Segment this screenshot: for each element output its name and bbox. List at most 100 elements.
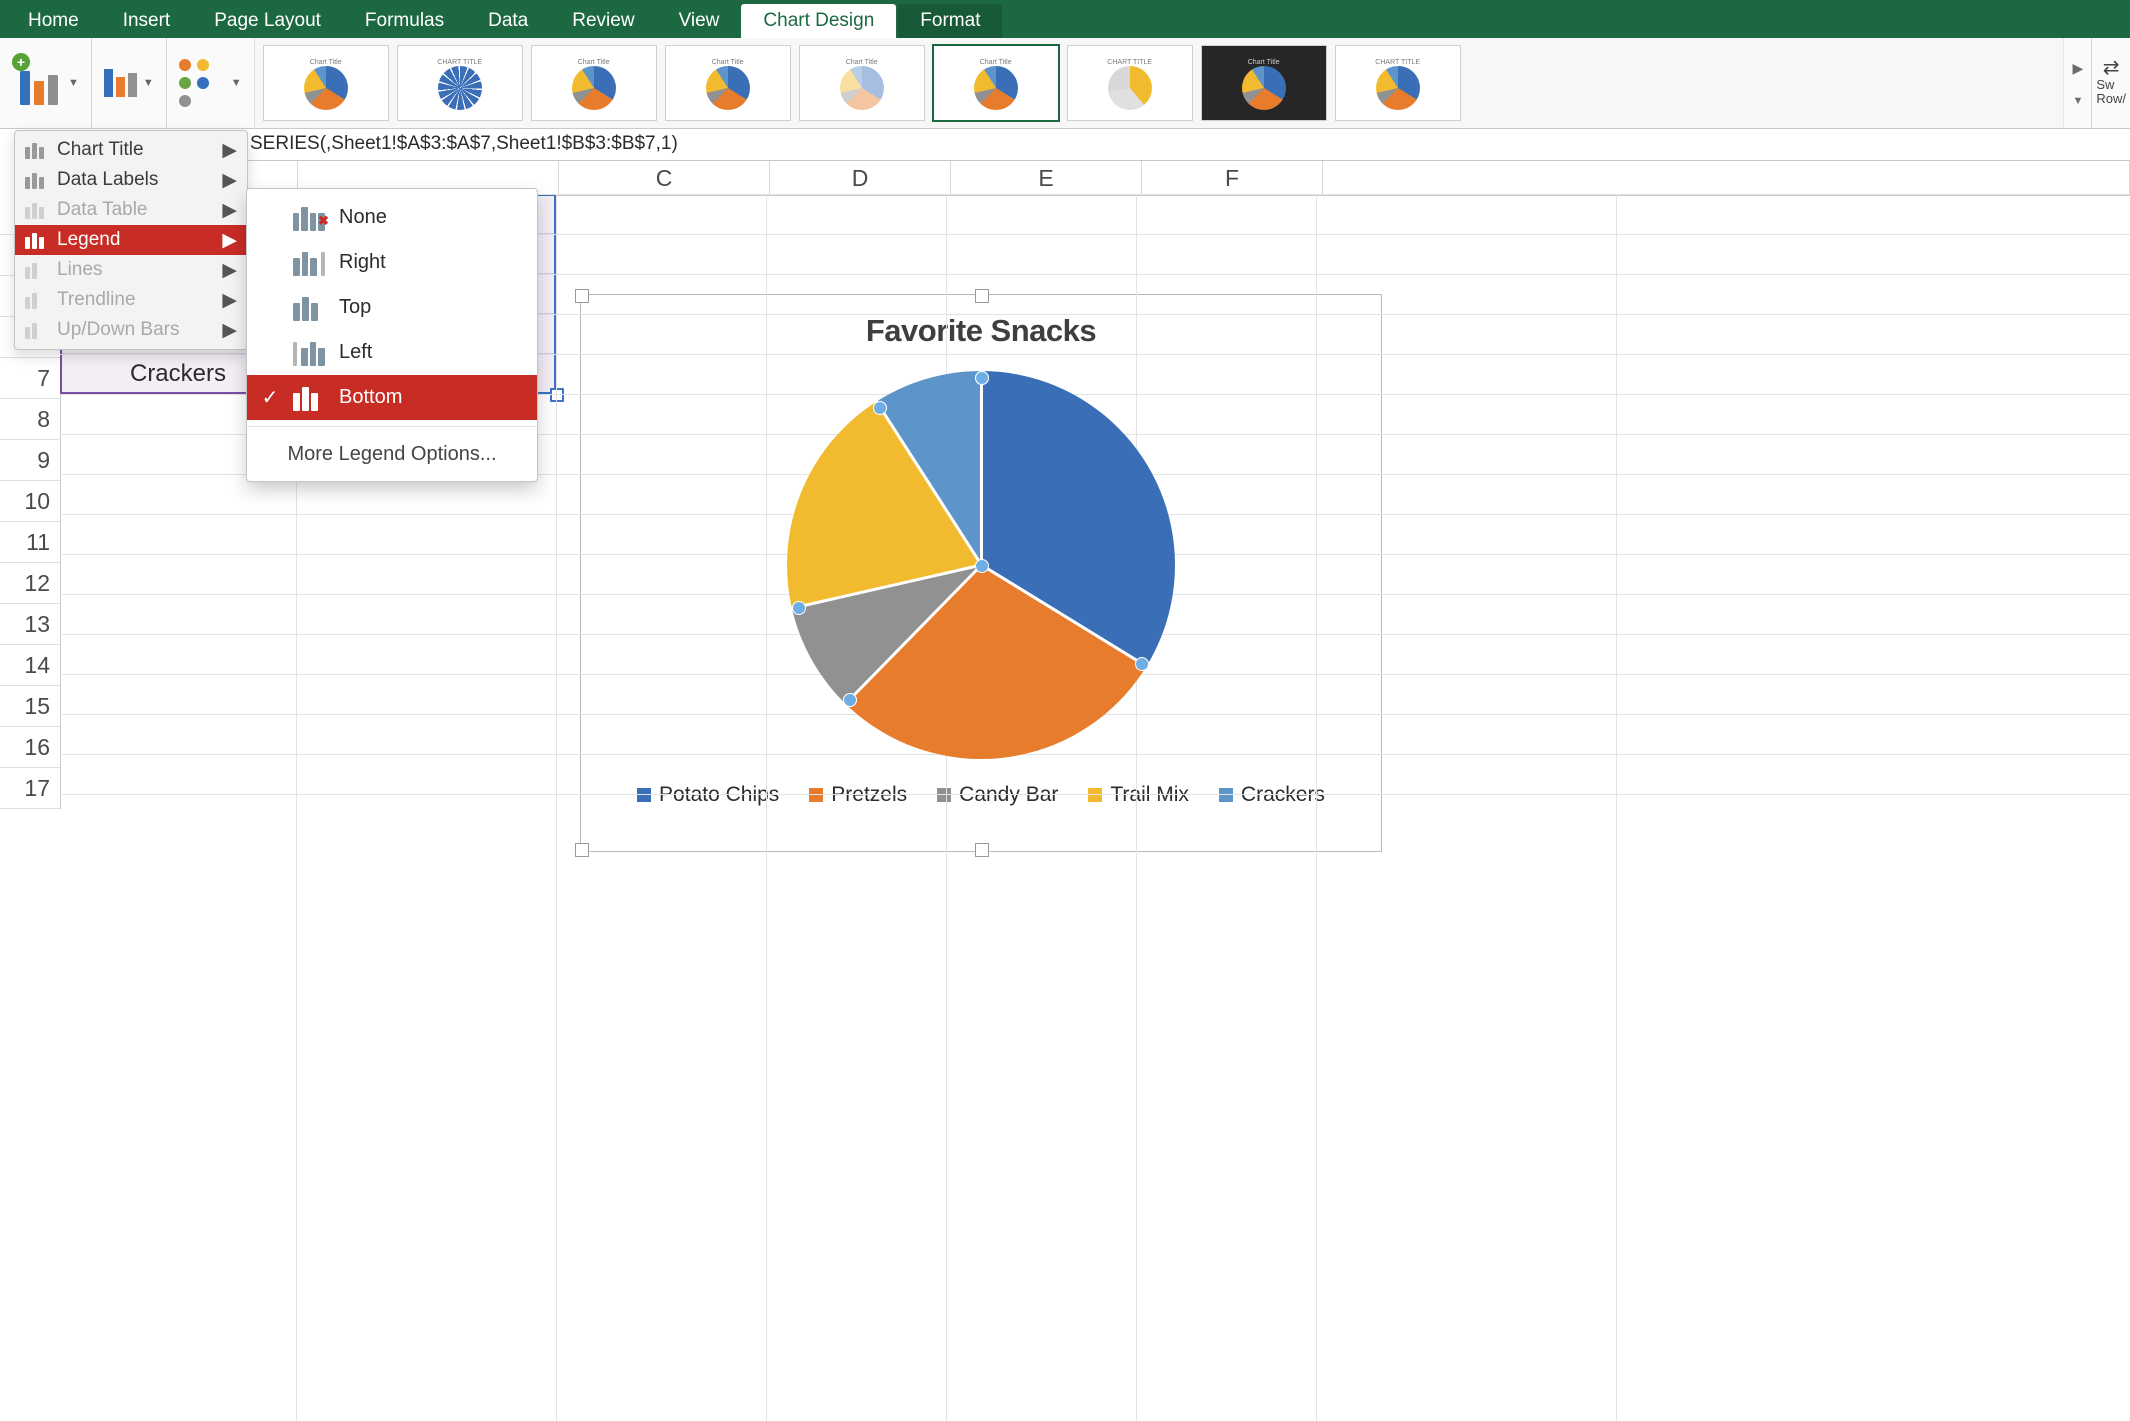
legend-swatch bbox=[937, 788, 951, 802]
menu-item-chart-title[interactable]: Chart Title ▶ bbox=[15, 135, 247, 165]
tab-page-layout[interactable]: Page Layout bbox=[192, 4, 343, 38]
tab-review[interactable]: Review bbox=[550, 4, 656, 38]
menu-item-label: Bottom bbox=[339, 386, 402, 409]
embedded-chart[interactable]: Favorite Snacks Potato Chips Pretzels Cand… bbox=[580, 294, 1382, 852]
column-header-F[interactable]: F bbox=[1142, 161, 1323, 195]
chart-handle[interactable] bbox=[975, 843, 989, 857]
row-header-8[interactable]: 8 bbox=[0, 399, 60, 440]
row-header-11[interactable]: 11 bbox=[0, 522, 60, 563]
legend-item[interactable]: Candy Bar bbox=[937, 783, 1058, 807]
legend-label: Crackers bbox=[1241, 783, 1325, 807]
row-header-16[interactable]: 16 bbox=[0, 727, 60, 768]
row-header-14[interactable]: 14 bbox=[0, 645, 60, 686]
row-header-12[interactable]: 12 bbox=[0, 563, 60, 604]
row-header-7[interactable]: 7 bbox=[0, 358, 60, 399]
chart-style-thumb[interactable]: CHART TITLE bbox=[1335, 45, 1461, 121]
row-header-17[interactable]: 17 bbox=[0, 768, 60, 809]
chart-style-thumb[interactable]: CHART TITLE bbox=[1067, 45, 1193, 121]
legend-item[interactable]: Trail Mix bbox=[1088, 783, 1189, 807]
column-header-D[interactable]: D bbox=[770, 161, 951, 195]
chevron-right-icon[interactable]: ▶ bbox=[2072, 60, 2083, 77]
row-header-9[interactable]: 9 bbox=[0, 440, 60, 481]
chart-handle[interactable] bbox=[575, 289, 589, 303]
menu-item-label: Top bbox=[339, 296, 371, 319]
menu-item-label: Data Table bbox=[57, 199, 148, 221]
legend-option-left[interactable]: Left bbox=[247, 330, 537, 375]
switch-row-column-button[interactable]: ⇄ SwRow/ bbox=[2092, 38, 2130, 128]
chart-style-thumb[interactable]: Chart Title bbox=[799, 45, 925, 121]
chevron-right-icon: ▶ bbox=[222, 289, 237, 312]
legend-label: Trail Mix bbox=[1110, 783, 1189, 807]
chart-handle[interactable] bbox=[575, 843, 589, 857]
legend-item[interactable]: Pretzels bbox=[809, 783, 907, 807]
tab-insert[interactable]: Insert bbox=[101, 4, 193, 38]
trendline-icon bbox=[25, 291, 47, 309]
chart-title[interactable]: Favorite Snacks bbox=[581, 313, 1381, 349]
change-colors-icon bbox=[179, 59, 225, 107]
legend-swatch bbox=[1088, 788, 1102, 802]
legend-label: Pretzels bbox=[831, 783, 907, 807]
gallery-expand-icon[interactable]: ▼ bbox=[2072, 95, 2083, 107]
gallery-scroll[interactable]: ▶ ▼ bbox=[2064, 38, 2091, 128]
data-labels-icon bbox=[25, 171, 47, 189]
legend-none-icon: ✖ bbox=[293, 205, 325, 231]
tab-view[interactable]: View bbox=[657, 4, 742, 38]
menu-item-label: Chart Title bbox=[57, 139, 144, 161]
chart-handle[interactable] bbox=[975, 289, 989, 303]
tab-format[interactable]: Format bbox=[898, 4, 1002, 38]
legend-label: Potato Chips bbox=[659, 783, 779, 807]
data-table-icon bbox=[25, 201, 47, 219]
chart-styles-gallery: Chart TitleCHART TITLEChart TitleChart T… bbox=[254, 38, 2065, 128]
menu-item-lines: Lines ▶ bbox=[15, 255, 247, 285]
legend-option-none[interactable]: ✖ None bbox=[247, 195, 537, 240]
chart-style-thumb[interactable]: Chart Title bbox=[665, 45, 791, 121]
legend-swatch bbox=[809, 788, 823, 802]
legend-more-options[interactable]: More Legend Options... bbox=[247, 433, 537, 475]
row-header-13[interactable]: 13 bbox=[0, 604, 60, 645]
legend-icon bbox=[25, 231, 47, 249]
legend-swatch bbox=[1219, 788, 1233, 802]
chart-style-thumb[interactable]: Chart Title bbox=[531, 45, 657, 121]
menu-item-label: Trendline bbox=[57, 289, 136, 311]
chart-style-thumb[interactable]: CHART TITLE bbox=[397, 45, 523, 121]
chevron-right-icon: ▶ bbox=[222, 229, 237, 252]
legend-swatch bbox=[637, 788, 651, 802]
legend-position-submenu: ✖ None Right Top Left ✓ Bottom More Lege… bbox=[246, 188, 538, 482]
formula-bar[interactable]: SERIES(,Sheet1!$A$3:$A$7,Sheet1!$B$3:$B$… bbox=[0, 129, 2130, 159]
row-header-10[interactable]: 10 bbox=[0, 481, 60, 522]
column-header-E[interactable]: E bbox=[951, 161, 1142, 195]
chart-style-thumb[interactable]: Chart Title bbox=[263, 45, 389, 121]
chart-style-thumb[interactable]: Chart Title bbox=[933, 45, 1059, 121]
legend-option-top[interactable]: Top bbox=[247, 285, 537, 330]
menu-item-label: Legend bbox=[57, 229, 120, 251]
menu-item-label: Right bbox=[339, 251, 386, 274]
updown-bars-icon bbox=[25, 321, 47, 339]
tab-formulas[interactable]: Formulas bbox=[343, 4, 466, 38]
tab-home[interactable]: Home bbox=[6, 4, 101, 38]
ribbon-tabbar: Home Insert Page Layout Formulas Data Re… bbox=[0, 0, 2130, 38]
legend-item[interactable]: Potato Chips bbox=[637, 783, 779, 807]
add-chart-element-icon: + bbox=[12, 53, 64, 113]
column-header-C[interactable]: C bbox=[559, 161, 770, 195]
menu-item-updown-bars: Up/Down Bars ▶ bbox=[15, 315, 247, 345]
chart-legend[interactable]: Potato Chips Pretzels Candy Bar Trail Mix Cr… bbox=[581, 783, 1381, 807]
legend-option-right[interactable]: Right bbox=[247, 240, 537, 285]
tab-chart-design[interactable]: Chart Design bbox=[741, 4, 896, 38]
add-chart-element-dropdown[interactable]: + ▼ bbox=[0, 38, 91, 128]
switch-row-column-icon: ⇄ bbox=[2103, 60, 2120, 76]
chevron-down-icon: ▼ bbox=[231, 77, 242, 89]
legend-item[interactable]: Crackers bbox=[1219, 783, 1325, 807]
menu-item-label: Up/Down Bars bbox=[57, 319, 180, 341]
menu-item-legend[interactable]: Legend ▶ bbox=[15, 225, 247, 255]
chart-style-thumb[interactable]: Chart Title bbox=[1201, 45, 1327, 121]
legend-option-bottom[interactable]: ✓ Bottom bbox=[247, 375, 537, 420]
change-colors-dropdown[interactable]: ▼ bbox=[167, 38, 254, 128]
legend-bottom-icon bbox=[293, 385, 325, 411]
menu-divider bbox=[247, 426, 537, 427]
chevron-right-icon: ▶ bbox=[222, 169, 237, 192]
legend-left-icon bbox=[293, 340, 325, 366]
tab-data[interactable]: Data bbox=[466, 4, 550, 38]
row-header-15[interactable]: 15 bbox=[0, 686, 60, 727]
menu-item-data-labels[interactable]: Data Labels ▶ bbox=[15, 165, 247, 195]
quick-layout-dropdown[interactable]: ▼ bbox=[92, 38, 166, 128]
